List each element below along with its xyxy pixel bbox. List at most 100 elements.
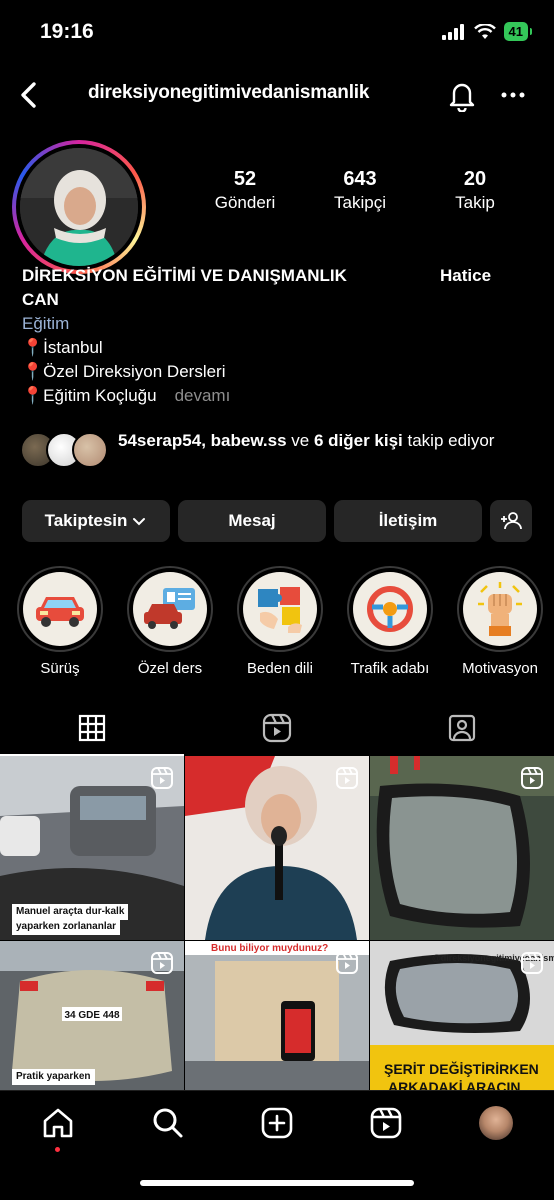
red-car-icon: [36, 597, 84, 627]
status-icons: 41: [441, 22, 533, 41]
followers-count[interactable]: 643 Takipçi: [305, 168, 415, 213]
conjunction: ve: [286, 431, 314, 450]
post-thumbnail[interactable]: Manuel araçta dur-kalk yaparken zorlanan…: [0, 756, 184, 940]
post-thumbnail[interactable]: [370, 756, 554, 940]
posts-count[interactable]: 52 Gönderi: [190, 168, 300, 213]
post-thumbnail[interactable]: 34 GDE 448 Pratik yaparken: [0, 941, 184, 1096]
chevron-left-icon: [21, 82, 36, 108]
profile-bio: DİREKSİYON EĞİTİMİ VE DANIŞMANLIK Hatice…: [22, 264, 542, 408]
highlight-item[interactable]: Sürüş: [10, 566, 110, 677]
back-button[interactable]: [14, 78, 44, 112]
profile-avatar: [20, 148, 138, 266]
add-person-icon: [501, 512, 522, 530]
puzzle-icon: [258, 587, 302, 633]
battery-indicator: 41: [503, 22, 533, 41]
highlight-item[interactable]: Beden dili: [230, 566, 330, 677]
reel-badge-icon: [521, 952, 543, 974]
highlight-item[interactable]: Trafik adabı: [340, 566, 440, 677]
followed-by-suffix: takip ediyor: [402, 431, 495, 450]
nav-home[interactable]: [38, 1103, 78, 1143]
suggested-users-button[interactable]: [490, 500, 532, 542]
followed-by[interactable]: 54serap54, babew.ss ve 6 diğer kişi taki…: [20, 430, 540, 470]
following-button-label: Takiptesin: [44, 511, 128, 530]
highlight-label: Özel ders: [137, 660, 203, 677]
posts-grid: Manuel araçta dur-kalk yaparken zorlanan…: [0, 756, 554, 1096]
notification-dot: [55, 1147, 60, 1152]
mutual-user-link[interactable]: babew.ss: [211, 431, 287, 450]
highlight-label: Trafik adabı: [350, 660, 430, 677]
following-button[interactable]: Takiptesin: [22, 500, 170, 542]
nav-reels[interactable]: [366, 1103, 406, 1143]
profile-actions: Takiptesin Mesaj İletişim: [22, 500, 532, 542]
status-bar: 19:16 41: [0, 0, 554, 62]
bio-line: 📍Eğitim Koçluğu: [22, 386, 157, 405]
post-thumbnail[interactable]: @direksiyonegitimivedanismanlik ŞERİT DE…: [370, 941, 554, 1096]
more-options-button[interactable]: [498, 80, 528, 110]
home-icon: [43, 1108, 73, 1138]
reel-badge-icon: [336, 767, 358, 789]
grid-icon: [78, 714, 106, 742]
highlight-item[interactable]: Özel ders: [120, 566, 220, 677]
profile-username: direksiyonegitimivedanismanlik: [88, 82, 370, 103]
wifi-icon: [473, 23, 496, 39]
profile-display-name: DİREKSİYON EĞİTİMİ VE DANIŞMANLIK Hatice: [22, 264, 542, 288]
followers-count-value: 643: [343, 168, 377, 190]
followed-by-text: 54serap54, babew.ss ve 6 diğer kişi taki…: [118, 428, 494, 470]
car-license-icon: [144, 588, 195, 629]
following-count[interactable]: 20 Takip: [420, 168, 530, 213]
highlight-item[interactable]: Motivasyon: [450, 566, 550, 677]
following-count-value: 20: [463, 168, 487, 190]
contact-button[interactable]: İletişim: [334, 500, 482, 542]
mutual-user-link[interactable]: 54serap54: [118, 431, 201, 450]
add-post-icon: [261, 1107, 293, 1139]
home-indicator: [140, 1180, 414, 1186]
message-button[interactable]: Mesaj: [178, 500, 326, 542]
avatar: [72, 432, 108, 468]
ellipsis-icon: [501, 92, 525, 98]
others-link[interactable]: 6 diğer kişi: [314, 431, 403, 450]
status-time: 19:16: [40, 20, 94, 43]
post-caption: Manuel araçta dur-kalk: [12, 904, 129, 920]
post-caption: ŞERİT DEĞİŞTİRİRKEN: [384, 1061, 539, 1077]
profile-category: Eğitim: [22, 314, 70, 333]
post-caption: Bunu biliyor muydunuz?: [211, 943, 329, 954]
tagged-icon: [448, 714, 476, 742]
post-thumbnail[interactable]: [185, 756, 369, 940]
raised-fist-icon: [478, 582, 522, 636]
avatar-photo-icon: [20, 148, 138, 266]
post-caption: yaparken zorlananlar: [12, 919, 121, 935]
posts-count-value: 52: [233, 168, 257, 190]
profile-avatar-story-ring[interactable]: [12, 140, 146, 274]
nav-create[interactable]: [257, 1103, 297, 1143]
reels-icon: [370, 1107, 402, 1139]
bell-icon: [449, 83, 475, 113]
tab-tagged[interactable]: [370, 700, 554, 756]
bio-line: 📍Özel Direksiyon Dersleri: [22, 362, 226, 381]
profile-header: direksiyonegitimivedanismanlik: [0, 70, 554, 120]
notifications-button[interactable]: [446, 78, 478, 113]
story-highlights: Sürüş Özel ders Beden dili Trafik adabı …: [0, 566, 554, 682]
following-count-label: Takip: [455, 193, 495, 212]
bio-more-link[interactable]: devamı: [175, 386, 231, 405]
nav-profile[interactable]: [476, 1103, 516, 1143]
tab-posts-grid[interactable]: [0, 700, 184, 756]
reel-badge-icon: [151, 952, 173, 974]
reel-badge-icon: [521, 767, 543, 789]
reels-icon: [262, 713, 292, 743]
cellular-signal-icon: [441, 23, 464, 40]
mutual-followers-avatars: [20, 430, 112, 470]
license-plate: 34 GDE 448: [64, 1010, 119, 1021]
avatar: [479, 1106, 513, 1140]
reel-badge-icon: [336, 952, 358, 974]
steering-wheel-icon: [367, 586, 413, 632]
display-name-part1: DİREKSİYON EĞİTİMİ VE DANIŞMANLIK: [22, 266, 347, 285]
profile-content-tabs: [0, 700, 554, 756]
search-icon: [153, 1108, 183, 1138]
highlight-label: Motivasyon: [462, 660, 538, 677]
nav-search[interactable]: [148, 1103, 188, 1143]
separator: ,: [201, 431, 211, 450]
post-thumbnail[interactable]: Bunu biliyor muydunuz?: [185, 941, 369, 1096]
post-caption: Pratik yaparken: [12, 1069, 95, 1085]
tab-reels[interactable]: [185, 700, 369, 756]
highlight-label: Beden dili: [247, 660, 313, 677]
